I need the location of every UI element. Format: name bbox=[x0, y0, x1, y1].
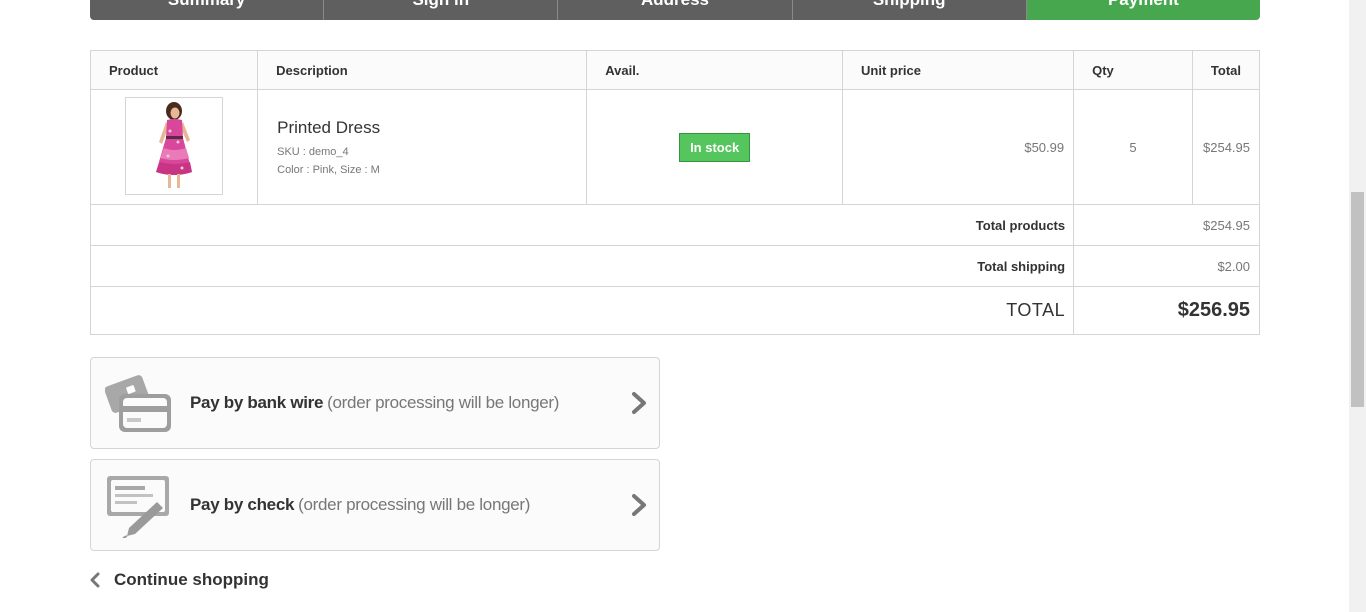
table-row: Printed Dress SKU : demo_4 Color : Pink,… bbox=[89, 89, 1261, 205]
header-total: Total bbox=[1191, 50, 1261, 90]
pay-bankwire-note: (order processing will be longer) bbox=[327, 393, 560, 412]
total-products-label: Total products bbox=[89, 204, 1075, 246]
checkout-steps: Summary Sign in Address Shipping Payment bbox=[90, 0, 1260, 20]
unit-price: $50.99 bbox=[842, 89, 1075, 205]
total-shipping-value: $2.00 bbox=[1073, 245, 1260, 287]
product-description-cell: Printed Dress SKU : demo_4 Color : Pink,… bbox=[257, 89, 588, 205]
step-label: Sign in bbox=[412, 0, 469, 10]
product-name-link[interactable]: Printed Dress bbox=[277, 118, 585, 138]
product-attributes: Color : Pink, Size : M bbox=[277, 164, 380, 176]
product-image-link[interactable] bbox=[125, 96, 224, 195]
chevron-right-icon bbox=[632, 494, 646, 516]
availability-cell: In stock bbox=[586, 89, 844, 205]
step-label: Payment bbox=[1108, 0, 1179, 10]
grand-total-value: $256.95 bbox=[1073, 286, 1260, 335]
pay-by-check-button[interactable]: Pay by check (order processing will be l… bbox=[90, 459, 660, 551]
cart-summary-table: Product Description Avail. Unit price Qt… bbox=[89, 50, 1261, 335]
in-stock-badge: In stock bbox=[679, 132, 751, 162]
page-scrollbar[interactable] bbox=[1349, 0, 1366, 612]
chevron-right-icon bbox=[632, 392, 646, 414]
step-label: Address bbox=[641, 0, 709, 10]
step-sign-in[interactable]: Sign in bbox=[324, 0, 570, 20]
total-products-value: $254.95 bbox=[1073, 204, 1260, 246]
step-label: Shipping bbox=[873, 0, 946, 10]
header-description: Description bbox=[257, 50, 588, 90]
total-products-row: Total products $254.95 bbox=[89, 204, 1260, 246]
product-image-cell bbox=[89, 89, 259, 205]
step-address[interactable]: Address bbox=[558, 0, 804, 20]
pay-check-title: Pay by check bbox=[190, 495, 295, 514]
pay-bankwire-text: Pay by bank wire (order processing will … bbox=[190, 358, 559, 448]
grand-total-row: TOTAL $256.95 bbox=[89, 286, 1260, 335]
pay-check-note: (order processing will be longer) bbox=[298, 495, 531, 514]
header-product: Product bbox=[89, 50, 259, 90]
header-unit-price: Unit price bbox=[842, 50, 1075, 90]
header-avail: Avail. bbox=[586, 50, 844, 90]
step-summary[interactable]: Summary bbox=[90, 0, 336, 20]
scrollbar-thumb[interactable] bbox=[1351, 192, 1364, 407]
step-shipping[interactable]: Shipping bbox=[792, 0, 1039, 20]
pay-by-bankwire-button[interactable]: Pay by bank wire (order processing will … bbox=[90, 357, 660, 449]
header-qty: Qty bbox=[1073, 50, 1193, 90]
chevron-left-icon bbox=[90, 572, 100, 588]
table-header-row: Product Description Avail. Unit price Qt… bbox=[89, 50, 1261, 90]
line-total: $254.95 bbox=[1191, 89, 1261, 205]
product-sku: SKU : demo_4 bbox=[277, 146, 349, 158]
bank-card-icon bbox=[105, 375, 171, 432]
step-payment: Payment bbox=[1026, 0, 1260, 20]
total-shipping-row: Total shipping $2.00 bbox=[89, 245, 1260, 287]
product-photo bbox=[126, 97, 223, 194]
quantity: 5 bbox=[1073, 89, 1193, 205]
continue-shopping-link[interactable]: Continue shopping bbox=[90, 570, 269, 590]
grand-total-label: TOTAL bbox=[89, 286, 1075, 335]
continue-shopping-label: Continue shopping bbox=[114, 570, 269, 589]
pay-bankwire-title: Pay by bank wire bbox=[190, 393, 324, 412]
check-pen-icon bbox=[107, 476, 169, 538]
pay-check-text: Pay by check (order processing will be l… bbox=[190, 460, 530, 550]
total-shipping-label: Total shipping bbox=[89, 245, 1075, 287]
step-label: Summary bbox=[168, 0, 245, 10]
